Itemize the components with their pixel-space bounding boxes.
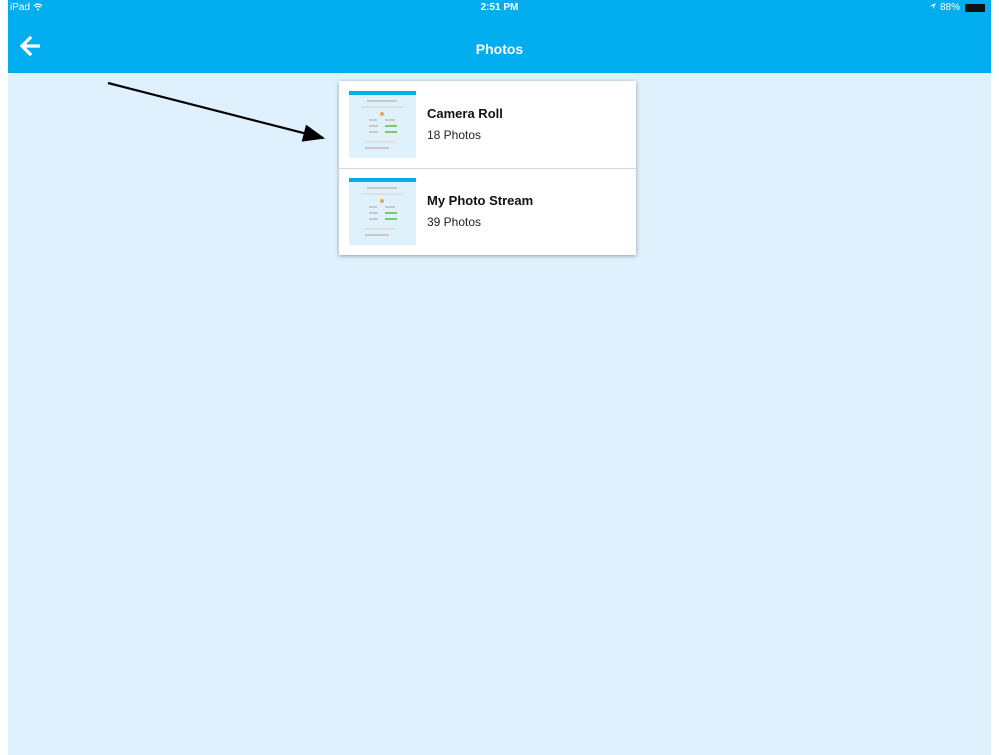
annotation-arrow-icon xyxy=(107,81,326,142)
